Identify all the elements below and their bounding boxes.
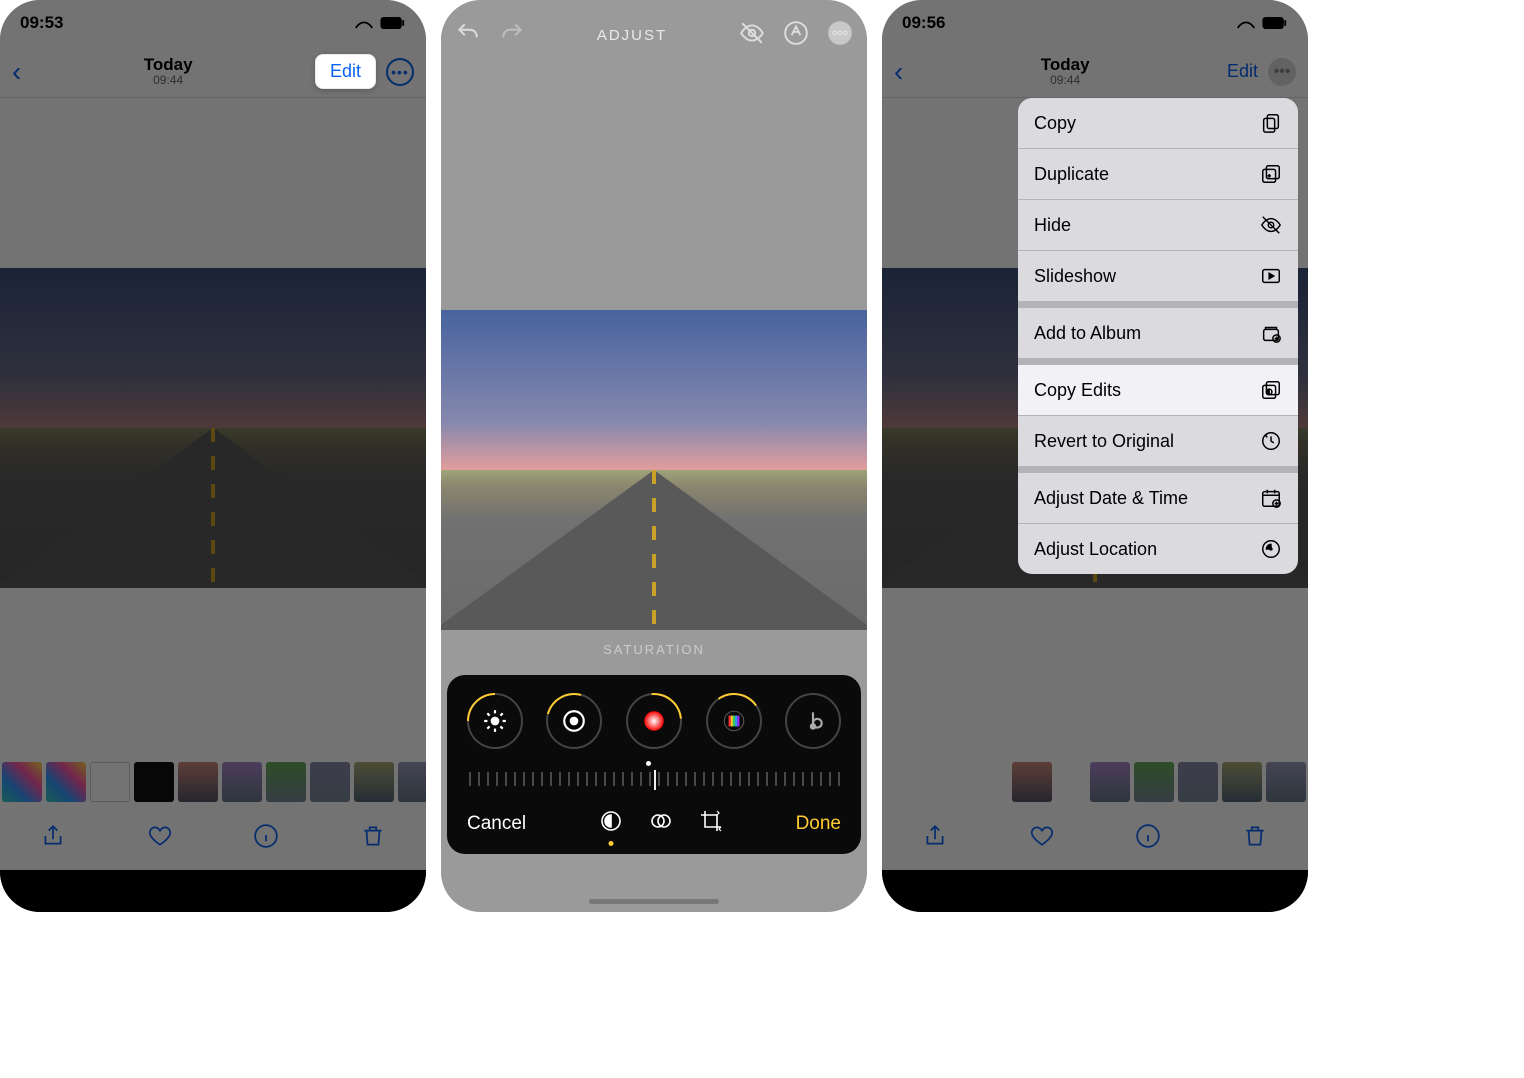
thumbnail[interactable]	[398, 762, 426, 802]
trash-icon[interactable]	[360, 823, 386, 854]
share-icon[interactable]	[40, 823, 66, 854]
bottom-toolbar	[0, 806, 426, 870]
thumbnail[interactable]	[354, 762, 394, 802]
menu-item-adjust-location[interactable]: Adjust Location	[1018, 524, 1298, 574]
home-indicator[interactable]	[1030, 899, 1160, 904]
favorite-icon[interactable]	[147, 823, 173, 854]
share-icon[interactable]	[922, 823, 948, 854]
screenshot-3-context-menu: 09:56 ‹ Today 09:44 Edit •••	[882, 0, 1308, 912]
edit-photo-area[interactable]	[441, 70, 867, 630]
filters-tab-icon[interactable]	[649, 809, 673, 838]
thumbnail[interactable]	[310, 762, 350, 802]
menu-item-duplicate[interactable]: Duplicate	[1018, 149, 1298, 200]
home-indicator[interactable]	[589, 899, 719, 904]
menu-item-hide[interactable]: Hide	[1018, 200, 1298, 251]
thumbnail-strip[interactable]	[882, 758, 1308, 806]
crop-tab-icon[interactable]	[699, 809, 723, 838]
markup-icon[interactable]	[783, 20, 809, 51]
adjust-panel: Cancel Done	[447, 675, 861, 854]
status-icons	[354, 16, 406, 30]
status-bar: 09:53	[0, 0, 426, 46]
nav-bar: ‹ Today 09:44 Edit •••	[0, 46, 426, 98]
thumbnail[interactable]	[266, 762, 306, 802]
nav-title: Today 09:44	[1041, 56, 1090, 88]
thumbnail[interactable]	[1090, 762, 1130, 802]
back-button[interactable]: ‹	[12, 56, 21, 88]
thumbnail[interactable]	[134, 762, 174, 802]
menu-item-revert[interactable]: Revert to Original	[1018, 416, 1298, 467]
edit-mode-tabs	[599, 809, 723, 838]
thumbnail[interactable]	[1222, 762, 1262, 802]
more-button[interactable]: •••	[386, 58, 414, 86]
menu-label: Revert to Original	[1034, 431, 1174, 452]
info-icon[interactable]	[1135, 823, 1161, 854]
menu-label: Duplicate	[1034, 164, 1109, 185]
context-menu: Copy Duplicate Hide Slideshow Add to Alb…	[1018, 98, 1298, 574]
photo	[441, 310, 867, 630]
cancel-button[interactable]: Cancel	[467, 813, 526, 835]
adjust-dials-row	[455, 687, 853, 759]
menu-label: Adjust Location	[1034, 539, 1157, 560]
done-button[interactable]: Done	[796, 813, 841, 835]
photo	[0, 268, 426, 588]
nav-title: Today 09:44	[144, 56, 193, 88]
favorite-icon[interactable]	[1029, 823, 1055, 854]
thumbnail[interactable]	[46, 762, 86, 802]
menu-item-adjust-datetime[interactable]: Adjust Date & Time	[1018, 473, 1298, 524]
menu-label: Copy	[1034, 113, 1076, 134]
menu-item-add-to-album[interactable]: Add to Album	[1018, 308, 1298, 359]
warmth-dial[interactable]	[785, 693, 841, 749]
more-icon[interactable]	[827, 20, 853, 51]
more-button[interactable]: •••	[1268, 58, 1296, 86]
screenshot-2-edit-adjust: ADJUST SATURATION	[441, 0, 867, 912]
bottom-toolbar	[882, 806, 1308, 870]
thumbnail[interactable]	[222, 762, 262, 802]
trash-icon[interactable]	[1242, 823, 1268, 854]
clock: 09:56	[902, 13, 945, 33]
edit-mode-title: ADJUST	[597, 27, 667, 44]
back-button[interactable]: ‹	[894, 56, 903, 88]
menu-label: Adjust Date & Time	[1034, 488, 1188, 509]
visibility-off-icon[interactable]	[739, 20, 765, 51]
menu-item-copy-edits[interactable]: Copy Edits	[1018, 365, 1298, 416]
current-parameter-label: SATURATION	[441, 630, 867, 669]
vibrance-dial[interactable]	[706, 693, 762, 749]
exposure-dial[interactable]	[546, 693, 602, 749]
adjust-slider[interactable]	[455, 759, 853, 799]
photo-viewer[interactable]	[0, 98, 426, 758]
thumbnail-strip[interactable]	[0, 758, 426, 806]
status-bar: 09:56	[882, 0, 1308, 46]
thumbnail[interactable]	[1178, 762, 1218, 802]
edit-button[interactable]: Edit	[315, 54, 376, 89]
saturation-dial[interactable]	[626, 693, 682, 749]
brightness-dial[interactable]	[467, 693, 523, 749]
thumbnail[interactable]	[1266, 762, 1306, 802]
redo-icon[interactable]	[499, 20, 525, 51]
clock: 09:53	[20, 13, 63, 33]
edit-button[interactable]: Edit	[1227, 61, 1258, 82]
menu-label: Hide	[1034, 215, 1071, 236]
thumbnail[interactable]	[1134, 762, 1174, 802]
slider-handle[interactable]	[654, 770, 656, 790]
thumbnail[interactable]	[90, 762, 130, 802]
edit-top-bar: ADJUST	[441, 0, 867, 70]
slider-origin-dot	[646, 761, 651, 766]
thumbnail[interactable]	[178, 762, 218, 802]
menu-item-copy[interactable]: Copy	[1018, 98, 1298, 149]
status-icons	[1236, 16, 1288, 30]
home-indicator[interactable]	[148, 899, 278, 904]
menu-item-slideshow[interactable]: Slideshow	[1018, 251, 1298, 302]
menu-label: Copy Edits	[1034, 380, 1121, 401]
undo-icon[interactable]	[455, 20, 481, 51]
thumbnail[interactable]	[2, 762, 42, 802]
menu-label: Add to Album	[1034, 323, 1141, 344]
menu-label: Slideshow	[1034, 266, 1116, 287]
nav-bar: ‹ Today 09:44 Edit •••	[882, 46, 1308, 98]
adjust-tab-icon[interactable]	[599, 809, 623, 838]
screenshot-1-photo-detail: 09:53 ‹ Today 09:44 Edit •••	[0, 0, 426, 912]
thumbnail[interactable]	[1012, 762, 1052, 802]
info-icon[interactable]	[253, 823, 279, 854]
